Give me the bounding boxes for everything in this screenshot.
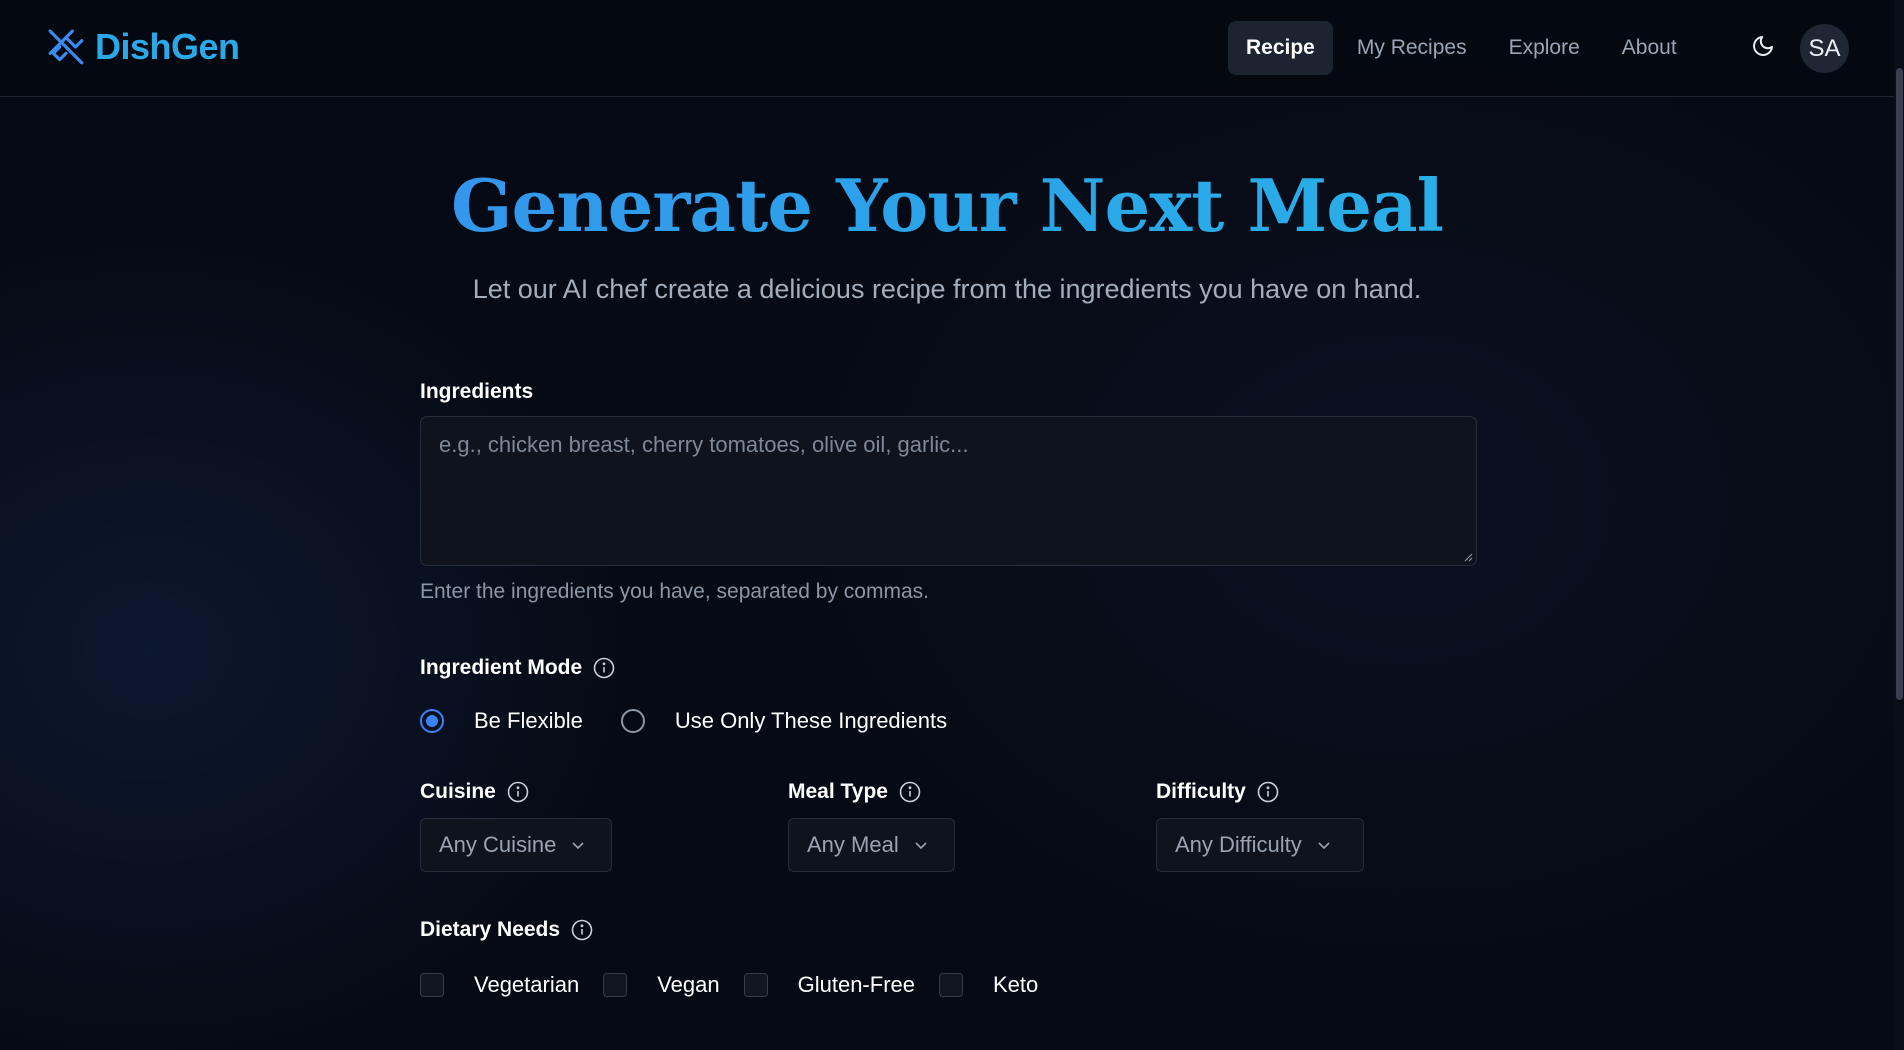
meal-type-label: Meal Type <box>788 780 1088 804</box>
meal-type-field: Meal Type Any Meal <box>788 780 1088 872</box>
difficulty-select-value: Any Difficulty <box>1175 832 1302 857</box>
ingredient-mode-label-text: Ingredient Mode <box>420 656 583 679</box>
checkbox-gluten-free[interactable] <box>743 973 768 997</box>
ingredients-label: Ingredients <box>420 380 1477 404</box>
info-icon[interactable] <box>898 780 922 804</box>
meal-type-label-text: Meal Type <box>788 780 888 803</box>
cuisine-select[interactable]: Any Cuisine <box>420 818 612 872</box>
info-icon[interactable] <box>1256 780 1280 804</box>
chevron-down-icon <box>915 842 927 850</box>
checkbox-vegetarian[interactable] <box>420 973 444 997</box>
recipe-form: Ingredients e.g., chicken breast, cherry… <box>420 380 1477 997</box>
chevron-down-icon <box>1318 842 1330 850</box>
ingredients-helper-text: Enter the ingredients you have, separate… <box>420 580 929 603</box>
page-title: Generate Your Next Meal <box>0 163 1894 248</box>
meal-type-select[interactable]: Any Meal <box>788 818 955 872</box>
nav-link-about[interactable]: About <box>1604 21 1695 75</box>
cuisine-select-value: Any Cuisine <box>439 832 557 857</box>
checkbox-vegan-label[interactable]: Vegan <box>657 972 719 998</box>
page-subtitle: Let our AI chef create a delicious recip… <box>472 274 1422 304</box>
scrollbar-thumb[interactable] <box>1896 68 1903 700</box>
moon-icon <box>1753 36 1773 56</box>
radio-be-flexible-label[interactable]: Be Flexible <box>474 708 583 734</box>
utensils-icon <box>48 29 84 65</box>
checkbox-keto-label[interactable]: Keto <box>993 972 1038 998</box>
meal-type-select-value: Any Meal <box>807 832 899 857</box>
dietary-needs-label: Dietary Needs <box>420 918 594 942</box>
nav-link-recipe[interactable]: Recipe <box>1228 21 1333 75</box>
checkbox-vegan[interactable] <box>603 973 628 997</box>
ingredients-label-text: Ingredients <box>420 380 534 403</box>
brand-name: DishGen <box>95 26 240 67</box>
avatar[interactable]: SA <box>1800 24 1849 73</box>
nav-link-explore[interactable]: Explore <box>1491 21 1598 75</box>
difficulty-select[interactable]: Any Difficulty <box>1156 818 1364 872</box>
ingredients-placeholder: e.g., chicken breast, cherry tomatoes, o… <box>439 432 969 457</box>
nav-links: Recipe My Recipes Explore About <box>1228 21 1701 75</box>
difficulty-field: Difficulty Any Difficulty <box>1156 780 1476 872</box>
radio-use-only-these-label[interactable]: Use Only These Ingredients <box>675 708 947 734</box>
cuisine-label-text: Cuisine <box>420 780 496 803</box>
checkbox-keto[interactable] <box>939 973 963 997</box>
ingredient-mode-label: Ingredient Mode <box>420 656 616 680</box>
ingredients-textarea[interactable]: e.g., chicken breast, cherry tomatoes, o… <box>420 416 1477 566</box>
info-icon[interactable] <box>592 656 616 680</box>
scrollbar[interactable] <box>1894 0 1904 1050</box>
ingredient-mode-radio-group: Be Flexible Use Only These Ingredients <box>420 708 985 734</box>
page: DishGen Recipe My Recipes Explore About … <box>0 0 1904 1050</box>
dietary-needs-label-text: Dietary Needs <box>420 918 561 941</box>
radio-use-only-these[interactable] <box>620 709 645 733</box>
chevron-down-icon <box>572 842 584 850</box>
info-icon[interactable] <box>506 780 530 804</box>
nav-link-my-recipes[interactable]: My Recipes <box>1339 21 1485 75</box>
difficulty-label: Difficulty <box>1156 780 1476 804</box>
dietary-checkbox-group: Vegetarian Vegan Gluten-Free Keto <box>420 972 1062 998</box>
resize-grip-icon[interactable] <box>1463 552 1473 562</box>
info-icon[interactable] <box>570 918 594 942</box>
radio-be-flexible[interactable] <box>420 709 444 733</box>
cuisine-field: Cuisine Any Cuisine <box>420 780 720 872</box>
theme-toggle-button[interactable] <box>1748 31 1778 61</box>
checkbox-vegetarian-label[interactable]: Vegetarian <box>474 972 579 998</box>
cuisine-label: Cuisine <box>420 780 720 804</box>
difficulty-label-text: Difficulty <box>1156 780 1246 803</box>
checkbox-gluten-free-label[interactable]: Gluten-Free <box>798 972 915 998</box>
brand-logo[interactable]: DishGen <box>47 26 240 68</box>
top-navbar: DishGen Recipe My Recipes Explore About … <box>0 0 1894 97</box>
